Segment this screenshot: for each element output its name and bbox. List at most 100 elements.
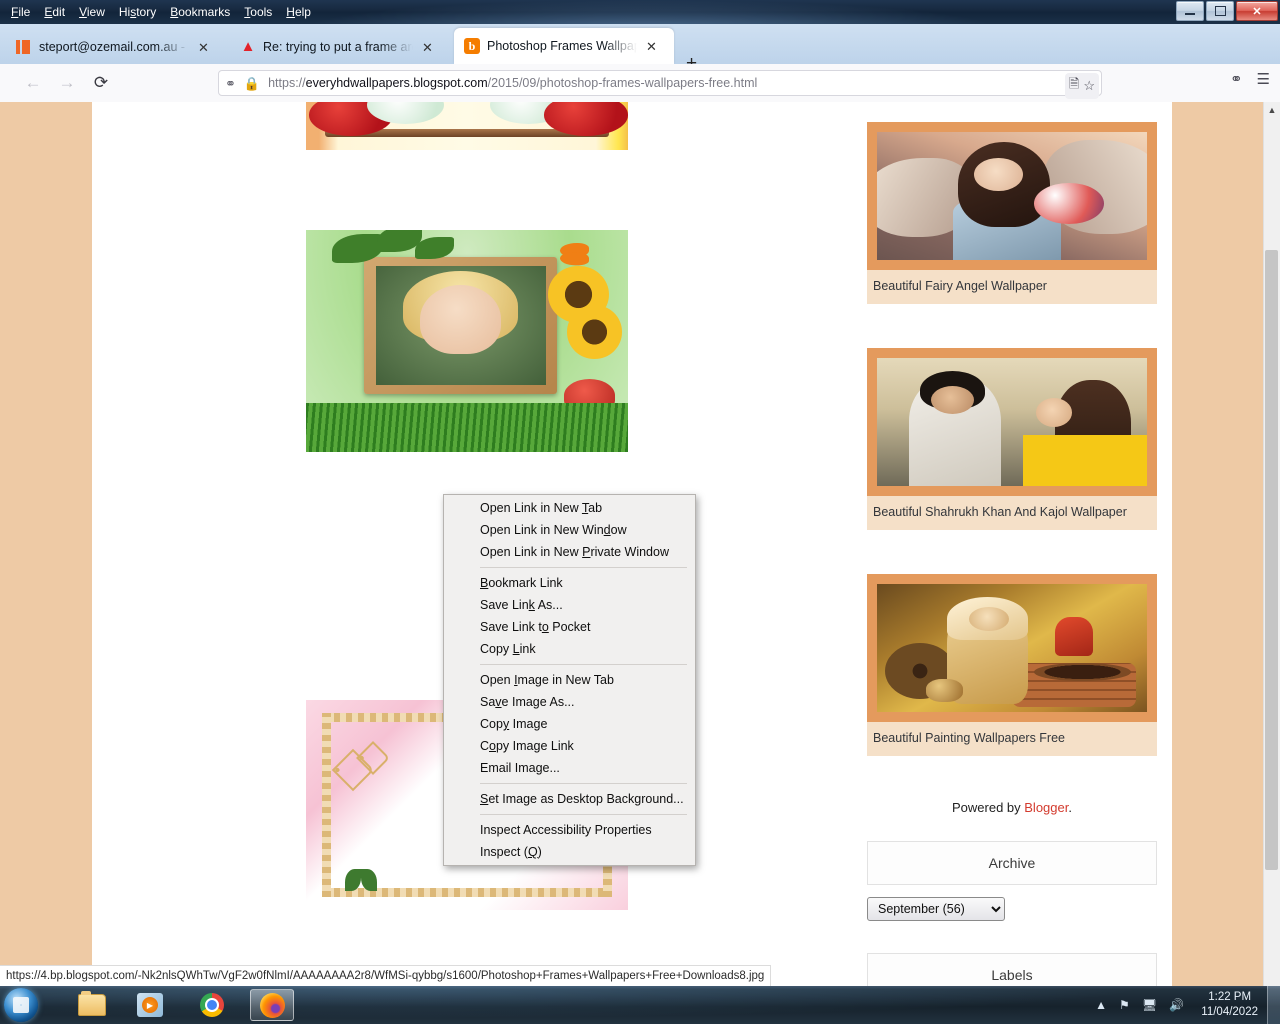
taskbar-mozilla-firefox[interactable] — [250, 989, 294, 1021]
tab-strip: steport@ozemail.com.au - Web ✕ ▲ Re: try… — [0, 24, 1280, 73]
menu-history[interactable]: History — [112, 4, 163, 20]
minimize-button[interactable] — [1176, 1, 1204, 21]
clock-time: 1:22 PM — [1208, 991, 1252, 1003]
frame-border — [363, 256, 558, 395]
tab-label: Photoshop Frames Wallpapers F — [487, 39, 637, 53]
lock-warning-icon[interactable]: 🔒 — [244, 77, 260, 90]
reload-button[interactable]: ⟳ — [84, 68, 118, 98]
folder-icon — [78, 991, 106, 1016]
menu-file[interactable]: File — [4, 4, 37, 20]
network-icon[interactable]: ⚑ — [1119, 998, 1130, 1012]
browser-window: File Edit View History Bookmarks Tools H… — [0, 0, 1280, 1024]
menu-save-image-as[interactable]: Save Image As... — [444, 691, 695, 713]
shield-icon[interactable]: ⚭ — [225, 77, 236, 90]
thumbnail-frame — [867, 122, 1157, 270]
taskbar-windows-explorer[interactable] — [70, 989, 114, 1021]
status-bar-link: https://4.bp.blogspot.com/-Nk2nlsQWhTw/V… — [0, 965, 772, 986]
menu-tools[interactable]: Tools — [237, 4, 279, 20]
back-button[interactable]: ← — [16, 68, 50, 98]
tab-close-icon[interactable]: ✕ — [646, 40, 657, 53]
menu-separator — [480, 664, 687, 665]
adobe-icon: ▲ — [240, 38, 256, 55]
scroll-up-arrow[interactable]: ▲ — [1264, 102, 1280, 118]
toolbar-right-actions: ⚭ ☰ — [1230, 70, 1270, 88]
address-bar[interactable]: ⚭ 🔒 https://everyhdwallpapers.blogspot.c… — [218, 70, 1102, 99]
vertical-scrollbar[interactable]: ▲ — [1263, 102, 1280, 986]
archive-select[interactable]: September (56) — [867, 897, 1005, 921]
menu-copy-image-link[interactable]: Copy Image Link — [444, 735, 695, 757]
close-button[interactable]: ✕ — [1236, 1, 1278, 21]
forward-button[interactable]: → — [50, 68, 84, 98]
fairy-angel-image[interactable] — [877, 132, 1147, 260]
blogger-link[interactable]: Blogger — [1024, 800, 1068, 815]
menu-email-image[interactable]: Email Image... — [444, 757, 695, 779]
taskbar-clock[interactable]: 1:22 PM 11/04/2022 — [1201, 990, 1258, 1020]
taskbar-media-player[interactable]: ▶ — [128, 989, 172, 1021]
start-orb[interactable] — [4, 988, 38, 1022]
menu-view[interactable]: View — [72, 4, 112, 20]
shahrukh-kajol-image[interactable] — [877, 358, 1147, 486]
taskbar-google-chrome[interactable] — [190, 989, 234, 1021]
menu-inspect-accessibility[interactable]: Inspect Accessibility Properties — [444, 819, 695, 841]
menu-save-link-as[interactable]: Save Link As... — [444, 594, 695, 616]
labels-widget-title: Labels — [867, 953, 1157, 986]
pocket-icon[interactable]: ⚭ — [1230, 70, 1243, 88]
restore-button[interactable] — [1206, 1, 1234, 21]
taskbar: ▶ ▲ ⚑ 🖥 🔊 1:22 PM 11/04/2022 — [0, 986, 1280, 1024]
menu-bar: File Edit View History Bookmarks Tools H… — [4, 3, 318, 21]
firefox-icon — [259, 992, 285, 1018]
menu-open-link-private-window[interactable]: Open Link in New Private Window — [444, 541, 695, 563]
tab-label: steport@ozemail.com.au - Web — [39, 40, 189, 54]
window-controls: ✕ — [1176, 1, 1278, 21]
tab-close-icon[interactable]: ✕ — [198, 41, 209, 54]
sidebar-card-fairy-angel[interactable]: Beautiful Fairy Angel Wallpaper — [867, 122, 1157, 304]
sidebar-card-shahrukh-kajol[interactable]: Beautiful Shahrukh Khan And Kajol Wallpa… — [867, 348, 1157, 530]
url-text: https://everyhdwallpapers.blogspot.com/2… — [268, 76, 758, 90]
menu-bookmarks[interactable]: Bookmarks — [163, 4, 237, 20]
context-menu[interactable]: Open Link in New Tab Open Link in New Wi… — [443, 494, 696, 866]
menu-inspect[interactable]: Inspect (Q) — [444, 841, 695, 863]
volume-icon[interactable]: 🔊 — [1169, 998, 1184, 1012]
menu-bookmark-link[interactable]: Bookmark Link — [444, 572, 695, 594]
menu-open-link-new-tab[interactable]: Open Link in New Tab — [444, 497, 695, 519]
painting-image[interactable] — [877, 584, 1147, 712]
chrome-icon — [200, 993, 224, 1017]
tab-webmail[interactable]: steport@ozemail.com.au - Web ✕ — [6, 30, 224, 64]
tab-photoshop-frames[interactable]: b Photoshop Frames Wallpapers F ✕ — [454, 28, 674, 64]
sidebar: Beautiful Fairy Angel Wallpaper Beautifu… — [867, 102, 1157, 986]
scrollbar-thumb[interactable] — [1265, 250, 1278, 870]
archive-widget-title: Archive — [867, 841, 1157, 885]
hamburger-menu-icon[interactable]: ☰ — [1257, 70, 1270, 88]
reader-view-icon[interactable]: 🗎 — [1069, 75, 1079, 97]
tab-adobe-thread[interactable]: ▲ Re: trying to put a frame around ✕ — [230, 30, 448, 64]
powered-by-blogger: Powered by Blogger. — [952, 800, 1072, 815]
sidebar-card-painting[interactable]: Beautiful Painting Wallpapers Free — [867, 574, 1157, 756]
menu-separator — [480, 783, 687, 784]
address-bar-actions: 🗎 ☆ — [1064, 73, 1099, 99]
tab-close-icon[interactable]: ✕ — [422, 41, 433, 54]
menu-copy-link[interactable]: Copy Link — [444, 638, 695, 660]
menu-set-desktop-background[interactable]: Set Image as Desktop Background... — [444, 788, 695, 810]
menu-edit[interactable]: Edit — [37, 4, 72, 20]
card-caption: Beautiful Fairy Angel Wallpaper — [873, 279, 1047, 293]
show-desktop-button[interactable] — [1267, 986, 1280, 1024]
card-caption: Beautiful Shahrukh Khan And Kajol Wallpa… — [873, 505, 1127, 519]
menu-copy-image[interactable]: Copy Image — [444, 713, 695, 735]
image-roses-carved-frame[interactable] — [306, 102, 628, 150]
menu-save-link-to-pocket[interactable]: Save Link to Pocket — [444, 616, 695, 638]
thumbnail-frame — [867, 574, 1157, 722]
menu-open-image-new-tab[interactable]: Open Image in New Tab — [444, 669, 695, 691]
menu-help[interactable]: Help — [279, 4, 318, 20]
show-hidden-icons-icon[interactable]: ▲ — [1095, 998, 1107, 1012]
action-center-icon[interactable]: 🖥 — [1142, 998, 1157, 1012]
card-caption: Beautiful Painting Wallpapers Free — [873, 731, 1065, 745]
title-bar-glow — [300, 0, 1000, 24]
tab-label: Re: trying to put a frame around — [263, 40, 413, 54]
title-bar: File Edit View History Bookmarks Tools H… — [0, 0, 1280, 24]
child-photo — [375, 266, 546, 385]
bookmark-star-icon[interactable]: ☆ — [1083, 78, 1095, 94]
menu-open-link-new-window[interactable]: Open Link in New Window — [444, 519, 695, 541]
system-tray: ▲ ⚑ 🖥 🔊 — [1095, 986, 1184, 1024]
blogger-icon: b — [464, 38, 480, 54]
image-wooden-kid-frame[interactable] — [306, 230, 628, 452]
